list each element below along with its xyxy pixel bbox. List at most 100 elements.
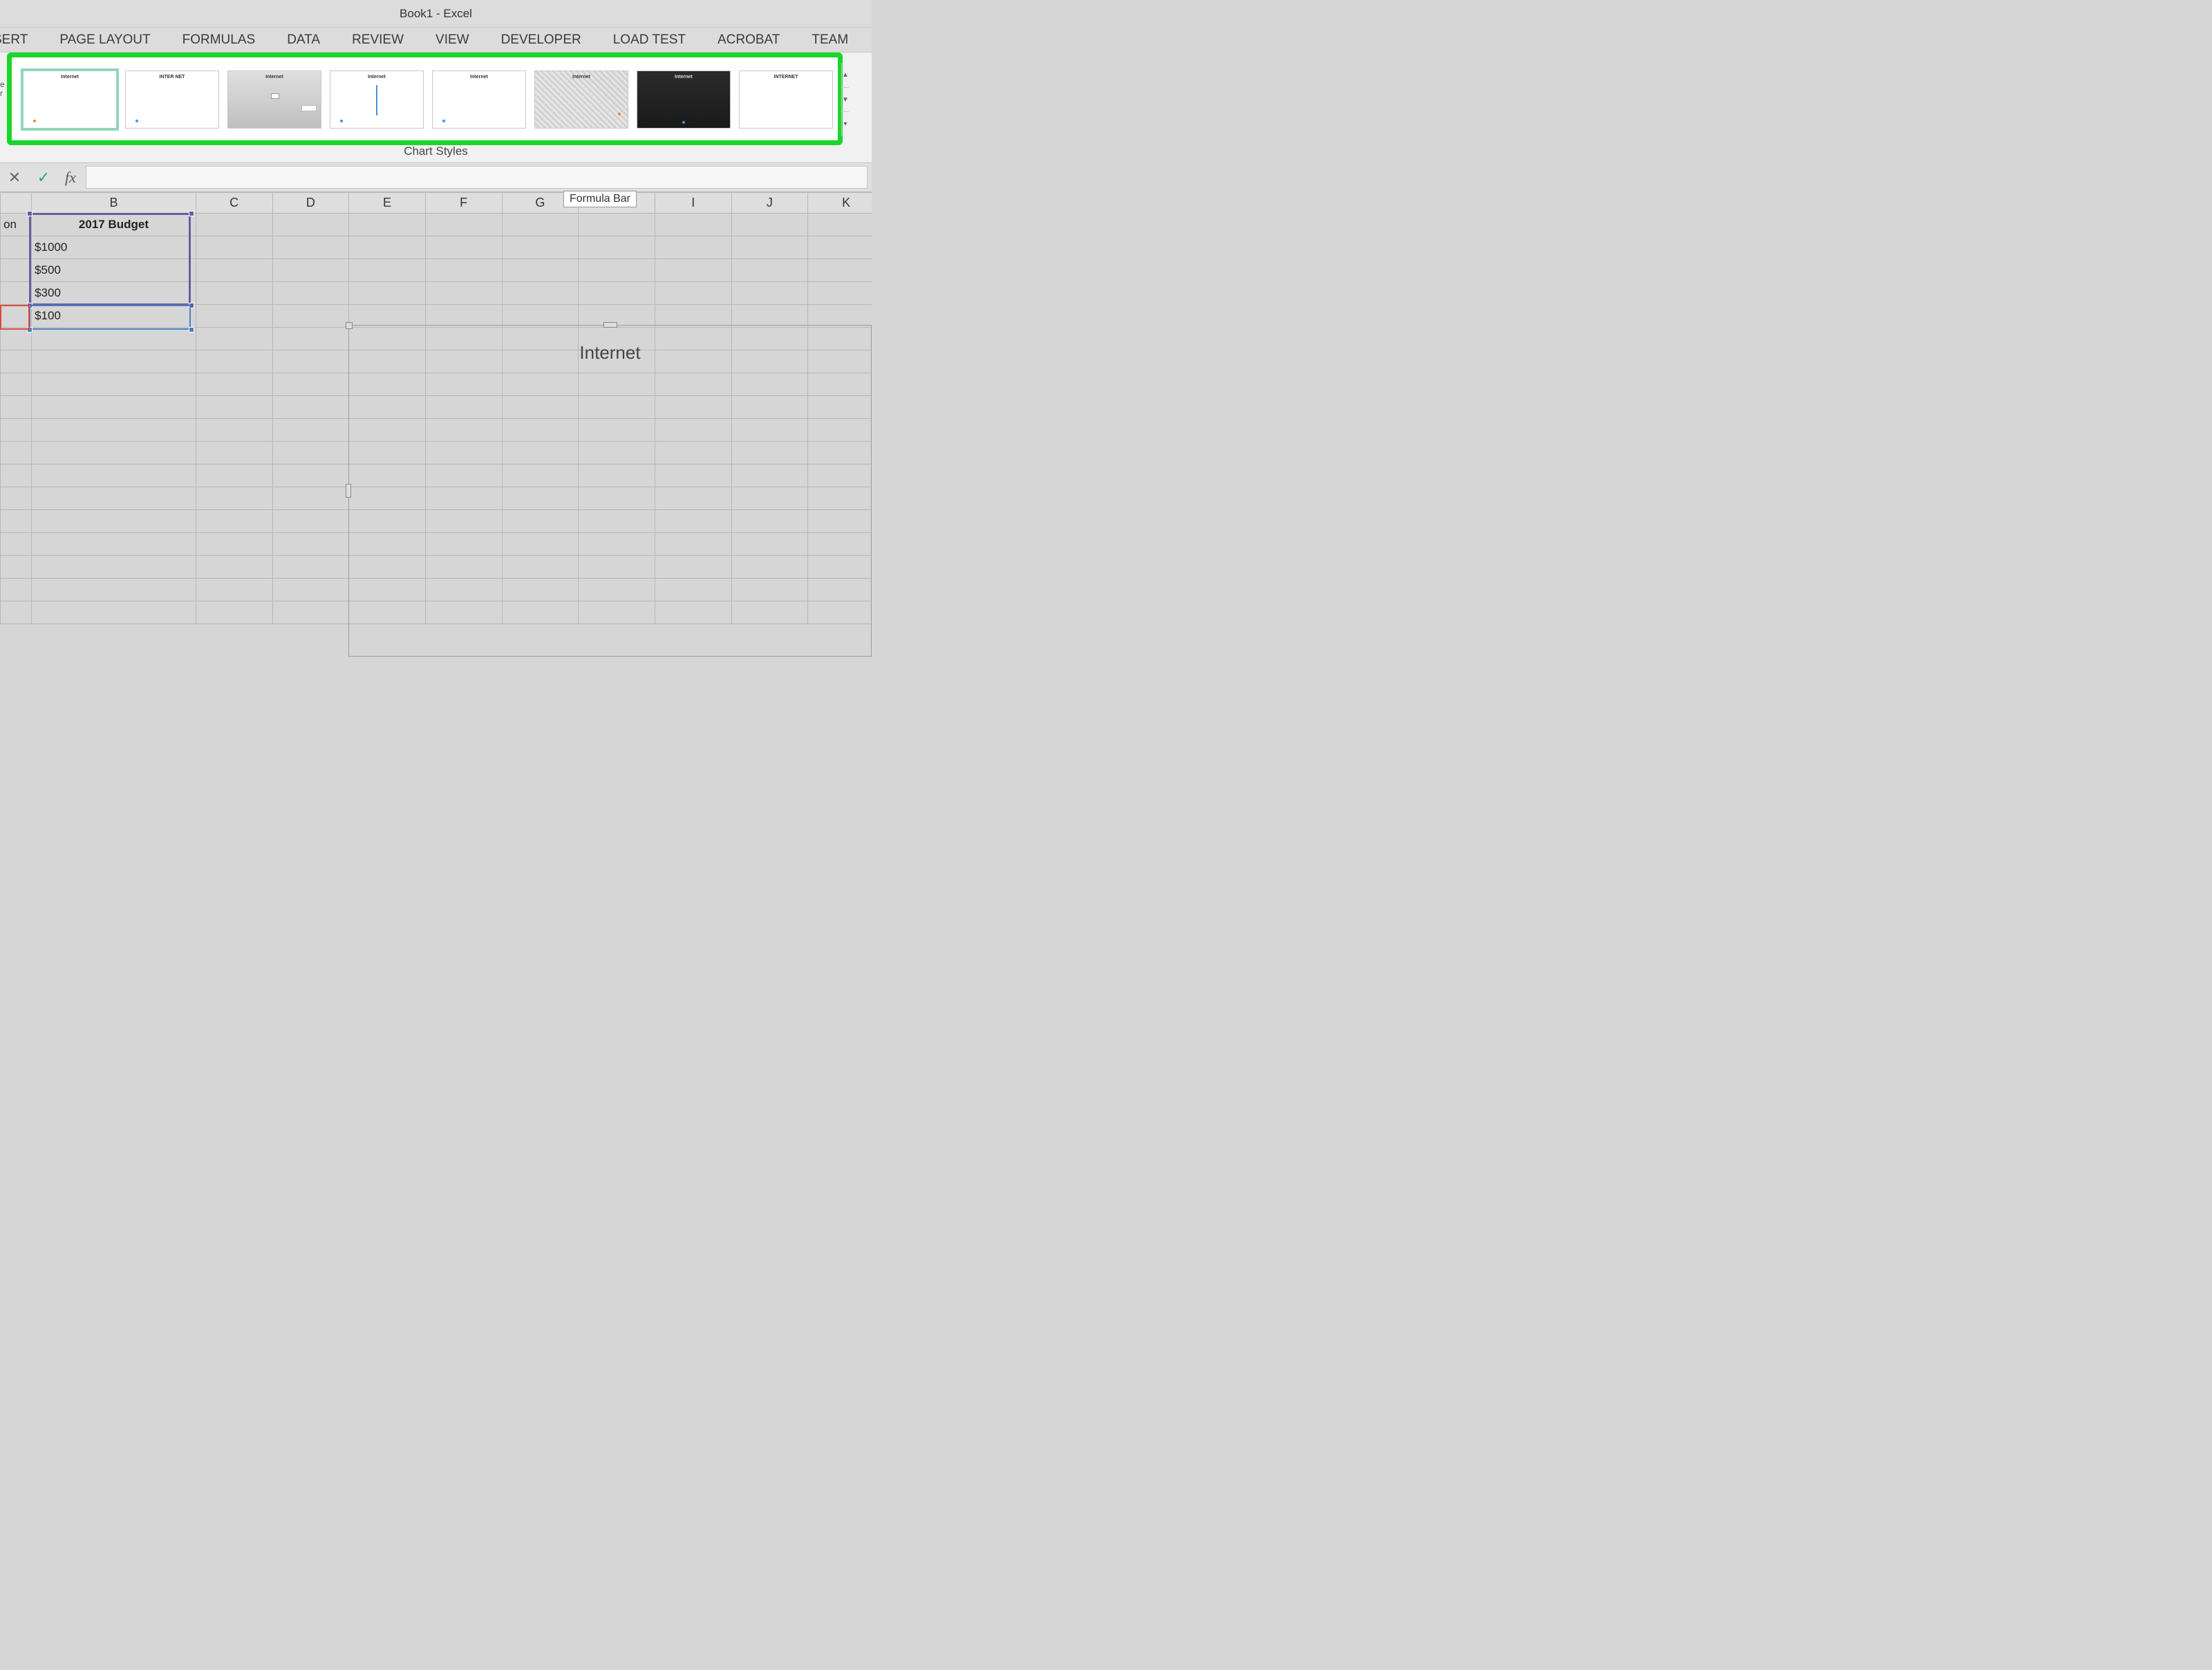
cell[interactable]	[272, 282, 349, 305]
cell[interactable]	[1, 282, 32, 305]
tab-review[interactable]: REVIEW	[352, 32, 404, 48]
cell[interactable]	[32, 373, 196, 396]
cell-b5[interactable]: $100	[32, 305, 196, 328]
cell[interactable]	[579, 236, 655, 259]
selection-handle-icon[interactable]	[189, 303, 194, 308]
cell[interactable]	[502, 214, 579, 236]
cell[interactable]	[272, 214, 349, 236]
cell[interactable]	[425, 282, 502, 305]
cell[interactable]	[272, 305, 349, 328]
cell[interactable]	[196, 419, 272, 442]
cell[interactable]	[196, 442, 272, 465]
cell[interactable]: on	[1, 214, 32, 236]
cell[interactable]	[349, 259, 426, 282]
chart-style-4[interactable]: Internet	[330, 71, 424, 129]
cell[interactable]	[196, 214, 272, 236]
chart-style-6[interactable]: Internet	[534, 71, 628, 129]
cell[interactable]	[32, 579, 196, 601]
cell[interactable]	[349, 305, 426, 328]
selection-handle-icon[interactable]	[27, 303, 32, 308]
cell[interactable]	[808, 305, 872, 328]
selection-handle-icon[interactable]	[189, 211, 194, 216]
cell[interactable]	[32, 601, 196, 624]
cell[interactable]	[731, 236, 808, 259]
cell-b1[interactable]: 2017 Budget	[32, 214, 196, 236]
cell[interactable]	[196, 487, 272, 510]
cell[interactable]	[196, 601, 272, 624]
col-header-k[interactable]: K	[808, 193, 872, 214]
col-header[interactable]	[1, 193, 32, 214]
tab-formulas[interactable]: FORMULAS	[182, 32, 256, 48]
chart-style-1[interactable]: Internet	[23, 71, 117, 129]
cell[interactable]	[196, 510, 272, 533]
gallery-more-dropdown[interactable]: ▾	[842, 112, 849, 136]
col-header-e[interactable]: E	[349, 193, 426, 214]
tab-load-test[interactable]: LOAD TEST	[613, 32, 686, 48]
cell[interactable]	[196, 396, 272, 419]
chart-style-3[interactable]: Internet	[227, 71, 321, 129]
cell[interactable]	[196, 373, 272, 396]
cell[interactable]	[272, 556, 349, 579]
cell[interactable]	[196, 305, 272, 328]
chart-style-7[interactable]: Internet	[637, 71, 731, 129]
cell-b3[interactable]: $500	[32, 259, 196, 282]
tab-view[interactable]: VIEW	[435, 32, 469, 48]
cell[interactable]	[579, 259, 655, 282]
cell[interactable]	[196, 350, 272, 373]
cell[interactable]	[502, 259, 579, 282]
cell[interactable]	[731, 305, 808, 328]
tab-acrobat[interactable]: ACROBAT	[718, 32, 780, 48]
cell[interactable]	[1, 396, 32, 419]
cell[interactable]	[32, 556, 196, 579]
cell[interactable]	[32, 442, 196, 465]
tab-team[interactable]: TEAM	[812, 32, 848, 48]
cell[interactable]	[272, 465, 349, 487]
tab-insert[interactable]: SERT	[0, 32, 28, 48]
spreadsheet-grid[interactable]: B C D E F G H I J K on 2017 Budget $1000	[0, 192, 872, 658]
cell[interactable]	[655, 282, 731, 305]
cell[interactable]	[196, 259, 272, 282]
tab-developer[interactable]: DEVELOPER	[501, 32, 581, 48]
cell[interactable]	[425, 236, 502, 259]
formula-enter-button[interactable]: ✓	[29, 163, 58, 191]
chart-style-8[interactable]: INTERNET	[739, 71, 833, 129]
selection-handle-icon[interactable]	[189, 327, 194, 332]
cell[interactable]	[579, 214, 655, 236]
cell[interactable]	[1, 465, 32, 487]
embedded-chart[interactable]: Internet	[348, 325, 872, 657]
cell[interactable]	[1, 350, 32, 373]
cell[interactable]	[196, 579, 272, 601]
cell[interactable]	[349, 214, 426, 236]
cell[interactable]	[272, 487, 349, 510]
cell[interactable]	[349, 236, 426, 259]
formula-input[interactable]	[86, 166, 868, 189]
tab-data[interactable]: DATA	[287, 32, 320, 48]
selection-handle-icon[interactable]	[27, 211, 32, 216]
cell[interactable]	[1, 259, 32, 282]
chart-style-5[interactable]: Internet	[432, 71, 526, 129]
col-header-j[interactable]: J	[731, 193, 808, 214]
cell[interactable]	[272, 236, 349, 259]
chart-resize-handle-icon[interactable]	[346, 484, 351, 498]
cell[interactable]	[808, 259, 872, 282]
chart-resize-handle-icon[interactable]	[603, 322, 617, 328]
cell[interactable]	[1, 601, 32, 624]
cell[interactable]	[272, 601, 349, 624]
cell[interactable]	[196, 533, 272, 556]
cell[interactable]	[272, 579, 349, 601]
cell[interactable]	[32, 419, 196, 442]
cell[interactable]	[32, 465, 196, 487]
cell[interactable]	[196, 236, 272, 259]
cell[interactable]	[32, 350, 196, 373]
cell[interactable]	[808, 282, 872, 305]
chart-style-2[interactable]: INTER NET	[125, 71, 219, 129]
col-header-f[interactable]: F	[425, 193, 502, 214]
cell[interactable]	[655, 305, 731, 328]
cell[interactable]	[1, 373, 32, 396]
cell[interactable]	[32, 396, 196, 419]
col-header-i[interactable]: I	[655, 193, 731, 214]
formula-cancel-button[interactable]: ✕	[0, 163, 29, 191]
tab-page-layout[interactable]: PAGE LAYOUT	[59, 32, 150, 48]
gallery-scroll-down[interactable]: ▼	[842, 88, 849, 113]
cell-b4[interactable]: $300	[32, 282, 196, 305]
